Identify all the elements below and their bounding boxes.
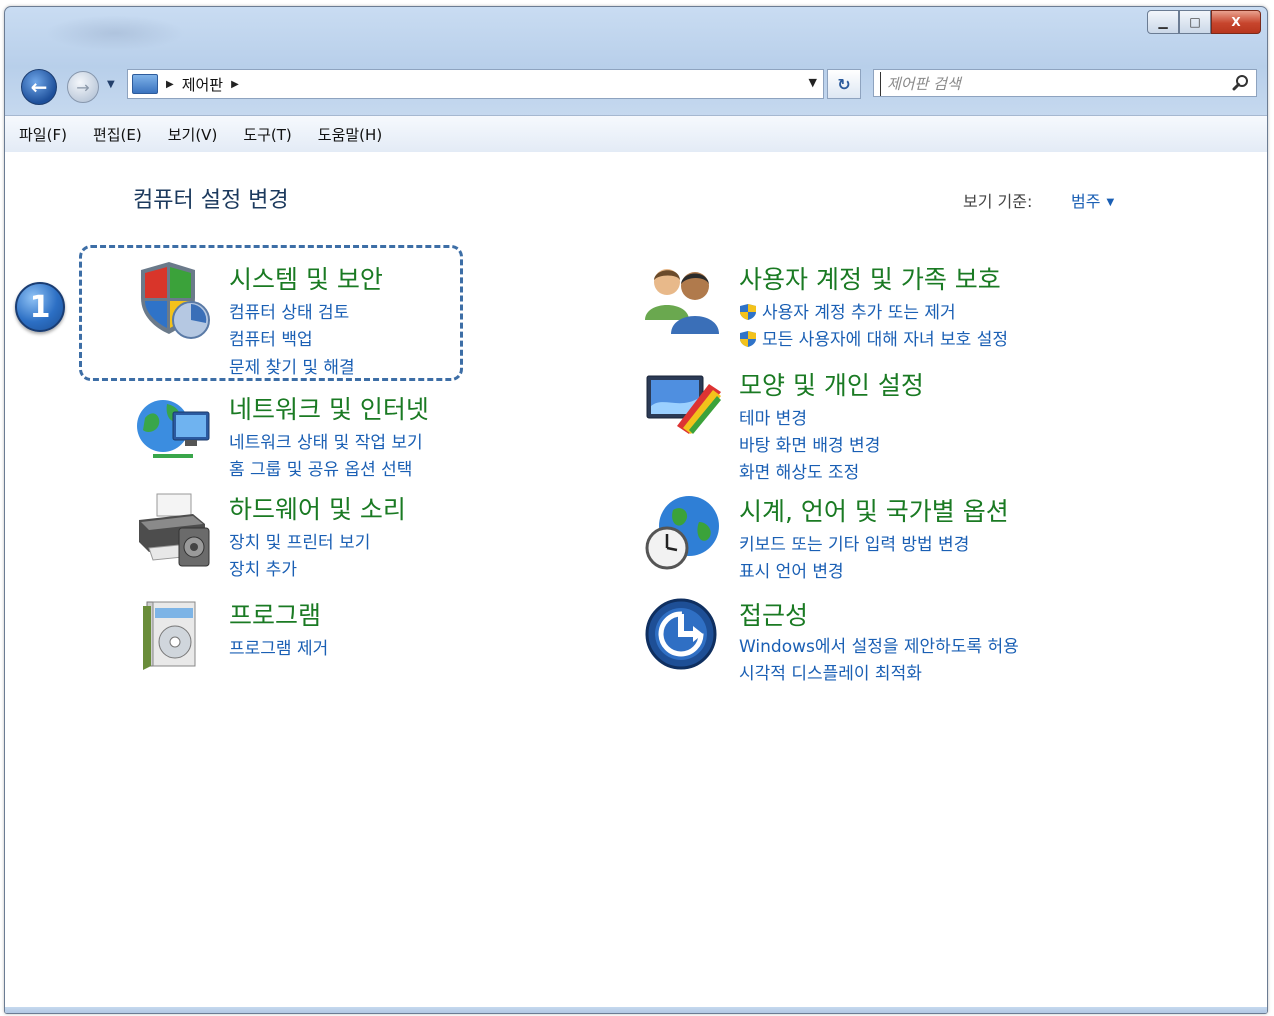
menu-help[interactable]: 도움말(H) [306, 124, 394, 145]
link-adjust-resolution[interactable]: 화면 해상도 조정 [739, 458, 859, 483]
category-title[interactable]: 네트워크 및 인터넷 [229, 390, 429, 426]
shield-icon [141, 262, 210, 339]
view-by-dropdown[interactable]: 범주 ▼ [1071, 188, 1114, 212]
address-dropdown-icon[interactable]: ▼ [809, 76, 817, 89]
category-programs: 프로그램 프로그램 제거 [133, 596, 493, 676]
category-ease-of-access: 접근성 Windows에서 설정을 제안하도록 허용 시각적 디스플레이 최적화 [643, 596, 1083, 686]
menu-view[interactable]: 보기(V) [156, 124, 230, 145]
users-icon [645, 269, 719, 334]
link-network-status[interactable]: 네트워크 상태 및 작업 보기 [229, 428, 423, 453]
link-text: 모든 사용자에 대해 자녀 보호 설정 [762, 330, 1008, 350]
printer-icon [139, 493, 210, 567]
appearance-icon [646, 375, 721, 434]
link-add-device[interactable]: 장치 추가 [229, 555, 297, 580]
programs-icon [143, 601, 196, 670]
breadcrumb-control-panel[interactable]: 제어판 [182, 74, 223, 95]
accessibility-icon [645, 598, 717, 670]
category-appearance: 모양 및 개인 설정 테마 변경 바탕 화면 배경 변경 화면 해상도 조정 [643, 366, 1083, 483]
back-button[interactable]: ← [21, 69, 57, 105]
link-change-background[interactable]: 바탕 화면 배경 변경 [739, 431, 880, 456]
recent-pages-dropdown[interactable]: ▼ [107, 79, 115, 90]
control-panel-icon [132, 74, 158, 94]
link-change-display-language[interactable]: 표시 언어 변경 [739, 557, 844, 582]
view-by-value: 범주 [1071, 192, 1101, 211]
clock-globe-icon [645, 496, 719, 570]
breadcrumb-separator-icon[interactable]: ▶ [166, 79, 174, 90]
control-panel-window: ▁ □ X ← → ▼ ▶ 제어판 ▶ ▼ ↻ 파일(F) 편집(E) 보기(V… [4, 6, 1268, 1014]
minimize-button[interactable]: ▁ [1147, 10, 1179, 34]
link-backup[interactable]: 컴퓨터 백업 [229, 325, 313, 350]
page-title: 컴퓨터 설정 변경 [133, 188, 289, 213]
close-button[interactable]: X [1211, 10, 1261, 34]
refresh-icon: ↻ [837, 74, 851, 94]
category-title[interactable]: 시계, 언어 및 국가별 옵션 [739, 492, 1009, 528]
link-change-theme[interactable]: 테마 변경 [739, 404, 807, 429]
search-box[interactable] [873, 69, 1257, 97]
window-controls: ▁ □ X [1147, 10, 1261, 34]
refresh-button[interactable]: ↻ [827, 69, 861, 99]
dropdown-arrow-icon: ▼ [1106, 197, 1115, 208]
menu-edit[interactable]: 편집(E) [81, 124, 154, 145]
category-title[interactable]: 하드웨어 및 소리 [229, 490, 406, 526]
link-devices-printers[interactable]: 장치 및 프린터 보기 [229, 528, 370, 553]
link-add-remove-accounts[interactable]: 사용자 계정 추가 또는 제거 [739, 298, 956, 323]
category-title[interactable]: 프로그램 [229, 596, 321, 632]
category-title[interactable]: 모양 및 개인 설정 [739, 366, 924, 402]
address-bar[interactable]: ▶ 제어판 ▶ ▼ [127, 69, 824, 99]
category-title[interactable]: 사용자 계정 및 가족 보호 [739, 260, 1001, 296]
search-icon[interactable] [1232, 74, 1250, 92]
link-troubleshoot[interactable]: 문제 찾기 및 해결 [229, 353, 355, 378]
view-by-label: 보기 기준: [963, 192, 1033, 211]
link-change-keyboard[interactable]: 키보드 또는 기타 입력 방법 변경 [739, 530, 969, 555]
content-area: 컴퓨터 설정 변경 보기 기준: 범주 ▼ 1 시스템 및 보안 컴퓨터 상태 검… [5, 152, 1267, 1013]
category-title[interactable]: 시스템 및 보안 [229, 260, 383, 296]
breadcrumb-separator-icon[interactable]: ▶ [231, 79, 239, 90]
menu-bar: 파일(F) 편집(E) 보기(V) 도구(T) 도움말(H) [5, 115, 1267, 153]
uac-shield-icon [740, 304, 756, 320]
search-input[interactable] [880, 72, 1219, 96]
link-text: 사용자 계정 추가 또는 제거 [762, 303, 956, 323]
link-review-status[interactable]: 컴퓨터 상태 검토 [229, 298, 349, 323]
window-bottom-border [5, 1007, 1267, 1013]
link-uninstall-program[interactable]: 프로그램 제거 [229, 634, 328, 659]
network-icon [137, 400, 210, 458]
link-parental-controls[interactable]: 모든 사용자에 대해 자녀 보호 설정 [739, 325, 1008, 350]
category-network-internet: 네트워크 및 인터넷 네트워크 상태 및 작업 보기 홈 그룹 및 공유 옵션 … [133, 390, 493, 480]
step-callout-badge: 1 [15, 282, 65, 332]
menu-file[interactable]: 파일(F) [7, 124, 79, 145]
category-title[interactable]: 접근성 [739, 596, 808, 632]
title-bar[interactable]: ▁ □ X [5, 7, 1267, 55]
blurred-title [45, 15, 185, 51]
forward-arrow-icon: → [76, 77, 90, 97]
category-system-security: 시스템 및 보안 컴퓨터 상태 검토 컴퓨터 백업 문제 찾기 및 해결 [133, 260, 493, 380]
menu-tools[interactable]: 도구(T) [231, 124, 303, 145]
category-user-accounts: 사용자 계정 및 가족 보호 사용자 계정 추가 또는 제거 모든 사용자에 대… [643, 260, 1083, 350]
navigation-bar: ← → ▼ ▶ 제어판 ▶ ▼ ↻ [5, 57, 1267, 113]
uac-shield-icon [740, 331, 756, 347]
category-hardware-sound: 하드웨어 및 소리 장치 및 프린터 보기 장치 추가 [133, 490, 493, 580]
maximize-button[interactable]: □ [1179, 10, 1211, 34]
forward-button[interactable]: → [67, 71, 99, 103]
back-arrow-icon: ← [30, 75, 48, 99]
link-windows-suggest-settings[interactable]: Windows에서 설정을 제안하도록 허용 [739, 632, 1019, 657]
link-optimize-visual-display[interactable]: 시각적 디스플레이 최적화 [739, 659, 922, 684]
link-homegroup[interactable]: 홈 그룹 및 공유 옵션 선택 [229, 455, 412, 480]
category-clock-language-region: 시계, 언어 및 국가별 옵션 키보드 또는 기타 입력 방법 변경 표시 언어… [643, 492, 1083, 582]
